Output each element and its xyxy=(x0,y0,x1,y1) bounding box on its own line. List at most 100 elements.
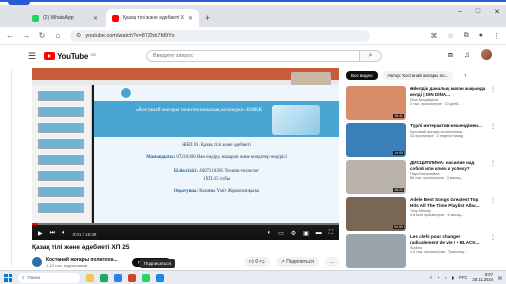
player-right-controls: ◐ ▭ ⚙ ▣ ▬ ⛶ xyxy=(267,230,333,237)
chevron-right-icon[interactable]: › xyxy=(464,73,466,79)
toolbar-icons: ⌘ ☆ ⧉ ● ⋮ xyxy=(430,32,500,40)
search-icon[interactable]: ⌕ xyxy=(359,51,381,61)
like-button[interactable]: 👍︎ 0 👎︎ xyxy=(243,257,270,267)
address-bar-row: ← → ↻ ⌂ ⚙ youtube.com/watch?v=87Zhb7fd9Y… xyxy=(0,27,506,45)
rec-body: ДИСЦИПЛИНА: насилие над собой или ключ к… xyxy=(410,160,486,194)
menu-icon[interactable]: ⋮ xyxy=(493,32,500,40)
notifications-icon[interactable]: ▤ xyxy=(498,275,502,280)
play-icon[interactable]: ▶ xyxy=(38,230,43,237)
hamburger-icon[interactable]: ☰ xyxy=(28,51,36,62)
duration-badge: 54:59 xyxy=(393,225,404,229)
chip-author[interactable]: Автор: Костанай жоғары по... xyxy=(382,71,454,80)
qualification-label: Біліктілігі: xyxy=(173,169,198,174)
maximize-button[interactable]: □ xyxy=(476,8,480,16)
url-field[interactable]: ⚙ youtube.com/watch?v=87Zhb7fd9Ys xyxy=(70,29,370,42)
autoplay-icon[interactable]: ◐ xyxy=(267,230,271,237)
more-icon[interactable]: ⋮ xyxy=(490,234,496,268)
folder-icon[interactable] xyxy=(86,273,94,282)
settings-icon[interactable]: ⚙ xyxy=(291,230,296,237)
rec-meta: Костанай жоғары политехника... 33 просмо… xyxy=(410,129,466,138)
home-icon[interactable]: ⌂ xyxy=(54,31,62,40)
powerpoint-icon[interactable] xyxy=(128,273,136,282)
back-icon[interactable]: ← xyxy=(6,31,14,40)
extensions-icon[interactable]: ⧉ xyxy=(464,32,469,40)
translate-icon[interactable]: ⌘ xyxy=(430,32,437,40)
video-thumbnail[interactable]: 14:05 xyxy=(346,123,406,157)
next-icon[interactable]: ⏭ xyxy=(50,230,55,237)
star-icon[interactable]: ☆ xyxy=(447,32,453,40)
video-thumbnail[interactable] xyxy=(346,234,406,268)
slide-thumbnail xyxy=(38,171,84,181)
more-icon[interactable]: ⋮ xyxy=(490,160,496,194)
url-text: youtube.com/watch?v=87Zhb7fd9Ys xyxy=(85,32,175,39)
language-indicator[interactable]: РУС xyxy=(459,275,467,280)
new-tab-button[interactable]: + xyxy=(205,13,210,23)
windows-start-icon[interactable] xyxy=(4,273,12,282)
channel-avatar[interactable] xyxy=(32,257,42,267)
more-icon[interactable]: ⋮ xyxy=(490,86,496,120)
subtitles-icon[interactable]: ▭ xyxy=(278,230,284,237)
rec-title[interactable]: ДИСЦИПЛИНА: насилие над собой или ключ к… xyxy=(410,160,486,171)
video-title: Қазақ тілі және әдебиеті ХП 25 xyxy=(32,244,130,251)
chip-all-videos[interactable]: Все видео xyxy=(346,71,378,80)
recommendation-item[interactable]: 54:59 Adele Best Songs Greatest Top Hits… xyxy=(346,197,496,231)
share-button[interactable]: ↗ Поделиться xyxy=(275,257,319,267)
battery-icon[interactable]: ▮ xyxy=(452,275,454,280)
channel-name[interactable]: Костанай жоғары политехн... xyxy=(46,257,118,263)
recommendation-item[interactable]: 14:05 Түрлі интерактив-кешендімен... Кос… xyxy=(346,123,496,157)
chevron-up-icon[interactable]: ˄ xyxy=(430,275,432,280)
theater-icon[interactable]: ▬ xyxy=(316,230,322,237)
speaker-icon[interactable]: ♪ xyxy=(445,275,447,280)
video-thumbnail[interactable]: 18:41 xyxy=(346,86,406,120)
video-thumbnail[interactable]: 54:59 xyxy=(346,197,406,231)
bell-icon[interactable]: ♫ xyxy=(464,50,470,59)
forward-icon[interactable]: → xyxy=(22,31,30,40)
slide-thumbnails xyxy=(32,85,92,225)
tab-youtube[interactable]: Қазақ тілі және әдебиеті Х ✕ xyxy=(106,9,200,27)
header-actions: ⧈ ♫ xyxy=(448,49,492,60)
college-logo-icon xyxy=(120,87,132,99)
close-icon[interactable]: ✕ xyxy=(93,15,98,22)
rec-title[interactable]: Les clefs pour changer radicalement de v… xyxy=(410,234,486,245)
clock[interactable]: 9:07 28.11.2024 xyxy=(472,272,493,282)
tab-whatsapp[interactable]: (2) WhatsApp ✕ xyxy=(26,9,104,27)
rec-title[interactable]: Әйелдік даналық маған жақында келді | DI… xyxy=(410,86,486,97)
search-input[interactable] xyxy=(147,53,359,59)
chrome-icon[interactable] xyxy=(100,273,108,282)
rec-body: Adele Best Songs Greatest Top Hits All T… xyxy=(410,197,486,231)
close-window-button[interactable]: ✕ xyxy=(494,8,500,16)
volume-icon[interactable]: 🔈︎ xyxy=(62,230,66,237)
screen: (2) WhatsApp ✕ Қазақ тілі және әдебиеті … xyxy=(0,0,506,284)
minimize-button[interactable]: – xyxy=(458,8,462,16)
profile-icon[interactable]: ● xyxy=(479,32,483,40)
word-icon[interactable] xyxy=(156,273,164,282)
whatsapp-icon[interactable] xyxy=(142,273,150,282)
video-player[interactable]: «Костанай жоғары политехникалық колледжі… xyxy=(32,68,339,240)
slide-thumbnail xyxy=(38,139,84,149)
recommendation-item[interactable]: Les clefs pour changer radicalement de v… xyxy=(346,234,496,268)
fullscreen-icon[interactable]: ⛶ xyxy=(329,230,333,237)
wifi-icon[interactable]: ◔ xyxy=(437,275,440,280)
logo-text: YouTube xyxy=(57,51,89,61)
taskbar-search[interactable]: ⌕ Поиск xyxy=(18,272,80,283)
close-icon[interactable]: ✕ xyxy=(188,15,193,22)
more-icon[interactable]: ⋮ xyxy=(490,123,496,157)
edge-icon[interactable] xyxy=(114,273,122,282)
recommendation-item[interactable]: 18:41 Әйелдік даналық маған жақында келд… xyxy=(346,86,496,120)
more-actions-button[interactable]: ... xyxy=(324,257,339,267)
slide-specialty: Мамандығы: 07210300 Нан өндіру, макарон … xyxy=(114,155,319,161)
miniplayer-icon[interactable]: ▣ xyxy=(303,230,309,237)
more-icon[interactable]: ⋮ xyxy=(490,197,496,231)
cast-icon[interactable]: ⧈ xyxy=(448,50,453,60)
video-thumbnail[interactable]: 19:21 xyxy=(346,160,406,194)
rec-title[interactable]: Adele Best Songs Greatest Top Hits All T… xyxy=(410,197,486,208)
rec-meta: Sudrea 1,5 тыс. просмотров · Трансляц... xyxy=(410,246,468,255)
reload-icon[interactable]: ↻ xyxy=(38,31,46,40)
avatar[interactable] xyxy=(481,49,492,60)
recommendation-item[interactable]: 19:21 ДИСЦИПЛИНА: насилие над собой или … xyxy=(346,160,496,194)
search-box: ⌕ xyxy=(146,50,382,62)
rec-body: Әйелдік даналық маған жақында келді | DI… xyxy=(410,86,486,120)
rec-title[interactable]: Түрлі интерактив-кешендімен... xyxy=(410,123,486,129)
youtube-logo[interactable]: YouTube KZ xyxy=(44,51,96,61)
whatsapp-icon xyxy=(32,14,39,22)
